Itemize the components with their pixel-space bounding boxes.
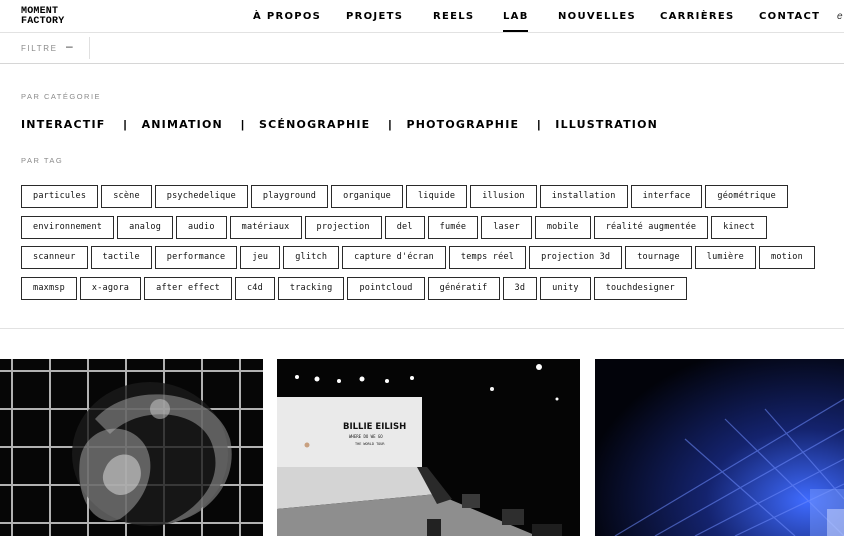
tag-button[interactable]: particules bbox=[21, 185, 99, 208]
tag-button[interactable]: organique bbox=[331, 185, 403, 208]
tag-button[interactable]: réalité augmentée bbox=[593, 215, 709, 239]
moment-factory-logo[interactable]: MOMENT FACTORY bbox=[21, 7, 64, 26]
category-photographie[interactable]: PHOTOGRAPHIE bbox=[406, 118, 519, 131]
site-header: MOMENT FACTORY À PROPOS PROJETS REELS LA… bbox=[0, 0, 844, 33]
tag-button[interactable]: del bbox=[384, 215, 425, 239]
tag-button[interactable]: motion bbox=[759, 246, 815, 269]
tag-button[interactable]: environnement bbox=[21, 215, 115, 239]
nav-reels[interactable]: REELS bbox=[433, 11, 474, 22]
tag-button[interactable]: c4d bbox=[234, 276, 275, 300]
project-thumbnail-billie-eilish-stage[interactable]: BILLIE EILISH WHERE DO WE GO THE WORLD T… bbox=[277, 359, 580, 536]
tag-button[interactable]: psychedelique bbox=[154, 185, 248, 208]
tag-button[interactable]: playground bbox=[250, 185, 329, 208]
tag-button[interactable]: maxmsp bbox=[21, 276, 77, 300]
stage-title: BILLIE EILISH bbox=[343, 422, 406, 432]
tag-button[interactable]: projection bbox=[304, 215, 382, 239]
language-switch[interactable]: e bbox=[837, 11, 843, 22]
category-interactif[interactable]: INTERACTIF bbox=[21, 118, 105, 131]
tag-button[interactable]: x-agora bbox=[79, 276, 142, 300]
glass-sculpture-image bbox=[0, 359, 263, 536]
stage-caption: THE WORLD TOUR bbox=[355, 442, 385, 446]
blue-installation-image bbox=[595, 359, 844, 536]
tag-button[interactable]: unity bbox=[540, 276, 591, 300]
tag-button[interactable]: interface bbox=[630, 185, 703, 208]
tag-button[interactable]: jeu bbox=[240, 246, 281, 269]
filter-divider bbox=[89, 37, 90, 59]
category-illustration[interactable]: ILLUSTRATION bbox=[555, 118, 658, 131]
tag-button[interactable]: géométrique bbox=[705, 185, 788, 208]
nav-nouvelles[interactable]: NOUVELLES bbox=[558, 11, 636, 22]
category-scenographie[interactable]: SCÉNOGRAPHIE bbox=[259, 118, 370, 131]
tag-button[interactable]: tracking bbox=[277, 276, 345, 300]
tag-button[interactable]: analog bbox=[117, 215, 174, 239]
tag-button[interactable]: fumée bbox=[427, 215, 479, 239]
tag-button[interactable]: projection 3d bbox=[529, 246, 623, 269]
category-list: INTERACTIF | ANIMATION | SCÉNOGRAPHIE | … bbox=[21, 118, 658, 131]
project-thumbnail-blue-installation[interactable] bbox=[595, 359, 844, 536]
nav-carrieres[interactable]: CARRIÈRES bbox=[660, 11, 734, 22]
nav-lab[interactable]: LAB bbox=[503, 11, 529, 32]
tag-button[interactable]: installation bbox=[539, 185, 628, 208]
tag-button[interactable]: scène bbox=[101, 185, 152, 208]
filter-collapse-icon[interactable]: – bbox=[66, 39, 73, 53]
stage-subtitle: WHERE DO WE GO bbox=[349, 434, 383, 439]
tag-button[interactable]: temps réel bbox=[448, 246, 527, 269]
category-animation[interactable]: ANIMATION bbox=[142, 118, 223, 131]
tag-list: particules scène psychedelique playgroun… bbox=[21, 185, 831, 307]
tag-button[interactable]: audio bbox=[176, 215, 227, 239]
tag-button[interactable]: matériaux bbox=[229, 215, 302, 239]
billie-eilish-stage-image: BILLIE EILISH WHERE DO WE GO THE WORLD T… bbox=[277, 359, 580, 536]
nav-a-propos[interactable]: À PROPOS bbox=[253, 11, 321, 22]
tag-button[interactable]: kinect bbox=[711, 215, 768, 239]
tag-button[interactable]: capture d'écran bbox=[342, 246, 446, 269]
tag-button[interactable]: mobile bbox=[534, 215, 591, 239]
category-separator: | bbox=[388, 118, 392, 131]
tag-button[interactable]: after effect bbox=[144, 276, 232, 300]
category-separator: | bbox=[537, 118, 541, 131]
category-separator: | bbox=[240, 118, 245, 131]
tag-button[interactable]: lumière bbox=[694, 246, 757, 269]
section-divider bbox=[0, 328, 844, 329]
project-thumbnail-glass-sculpture[interactable] bbox=[0, 359, 263, 536]
filter-label[interactable]: FILTRE bbox=[21, 44, 58, 53]
filter-bar: FILTRE – bbox=[0, 33, 844, 64]
tag-button[interactable]: scanneur bbox=[21, 246, 88, 269]
tag-button[interactable]: glitch bbox=[283, 246, 340, 269]
tag-button[interactable]: illusion bbox=[470, 185, 537, 208]
logo-line-2: FACTORY bbox=[21, 15, 65, 27]
category-separator: | bbox=[123, 118, 127, 131]
nav-projets[interactable]: PROJETS bbox=[346, 11, 403, 22]
tag-button[interactable]: performance bbox=[154, 246, 238, 269]
tag-button[interactable]: tournage bbox=[625, 246, 692, 269]
tag-button[interactable]: pointcloud bbox=[347, 276, 425, 300]
tag-button[interactable]: 3d bbox=[502, 276, 538, 300]
tag-button[interactable]: laser bbox=[481, 215, 532, 239]
tag-button[interactable]: tactile bbox=[90, 246, 152, 269]
nav-contact[interactable]: CONTACT bbox=[759, 11, 820, 22]
tag-button[interactable]: liquide bbox=[405, 185, 468, 208]
tag-section-label: PAR TAG bbox=[21, 156, 64, 165]
tag-button[interactable]: génératif bbox=[427, 276, 500, 300]
category-section-label: PAR CATÉGORIE bbox=[21, 92, 102, 101]
tag-button[interactable]: touchdesigner bbox=[593, 276, 687, 300]
